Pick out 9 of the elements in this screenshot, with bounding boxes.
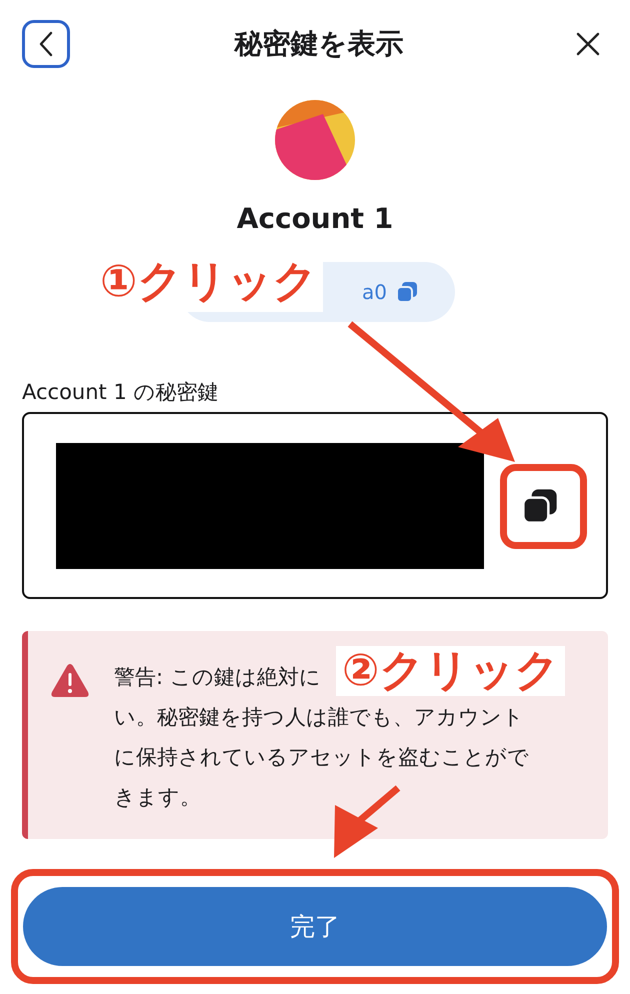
window-title: 秘密鍵を表示 [234,26,404,62]
warning-text: い。秘密鍵を持つ人は誰でも、アカウント [114,704,524,731]
warning-text: きます。 [114,784,201,811]
account-address: a0 [362,280,387,304]
account-name: Account 1 [236,202,394,236]
warning-text: に保持されているアセットを盗むことがで [114,744,529,771]
warning-text: 警告: この鍵は絶対に [114,664,321,691]
field-label: Account 1 の秘密鍵 [22,379,219,406]
annotation-tooltip: ②クリック [336,646,566,696]
